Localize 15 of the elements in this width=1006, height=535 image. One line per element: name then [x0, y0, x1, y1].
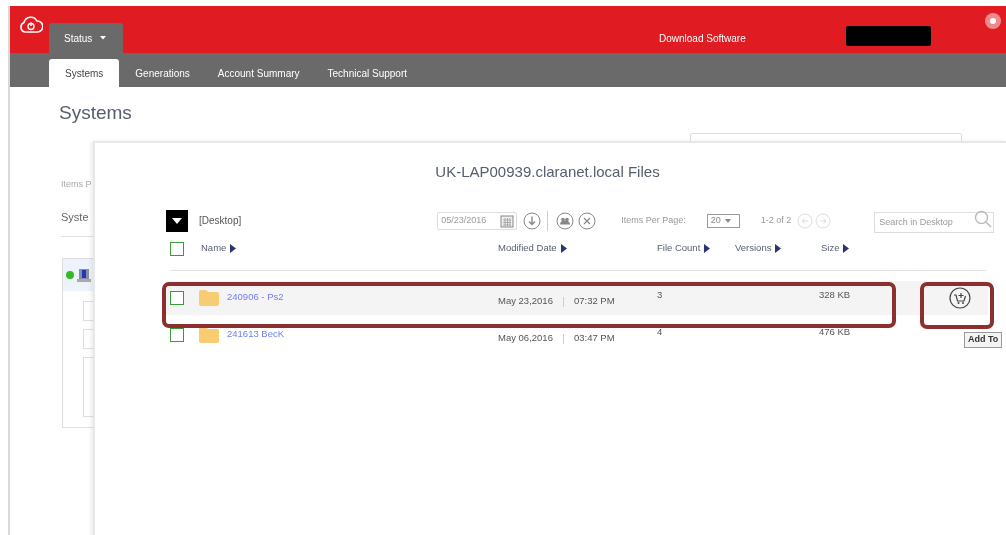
file-size: 328 KB — [819, 289, 851, 301]
modified-time: 03:47 PM — [573, 331, 615, 346]
file-count: 4 — [657, 326, 663, 338]
modified-date: May 23,2016 — [498, 294, 553, 309]
modified-date: May 06,2016 — [498, 331, 553, 346]
folder-path: [Desktop] — [199, 214, 242, 228]
page-title: Systems — [59, 101, 133, 125]
systems-label: Syste — [61, 210, 89, 225]
tooltip: Add To — [964, 332, 1003, 348]
page-range: 1-2 of 2 — [760, 213, 792, 227]
file-size: 476 KB — [819, 326, 851, 338]
modified-time: 07:32 PM — [573, 294, 615, 309]
file-count: 3 — [657, 289, 663, 301]
items-per-page-label: Items Per Page: — [621, 213, 686, 227]
items-per-page-label: Items P — [61, 178, 92, 191]
